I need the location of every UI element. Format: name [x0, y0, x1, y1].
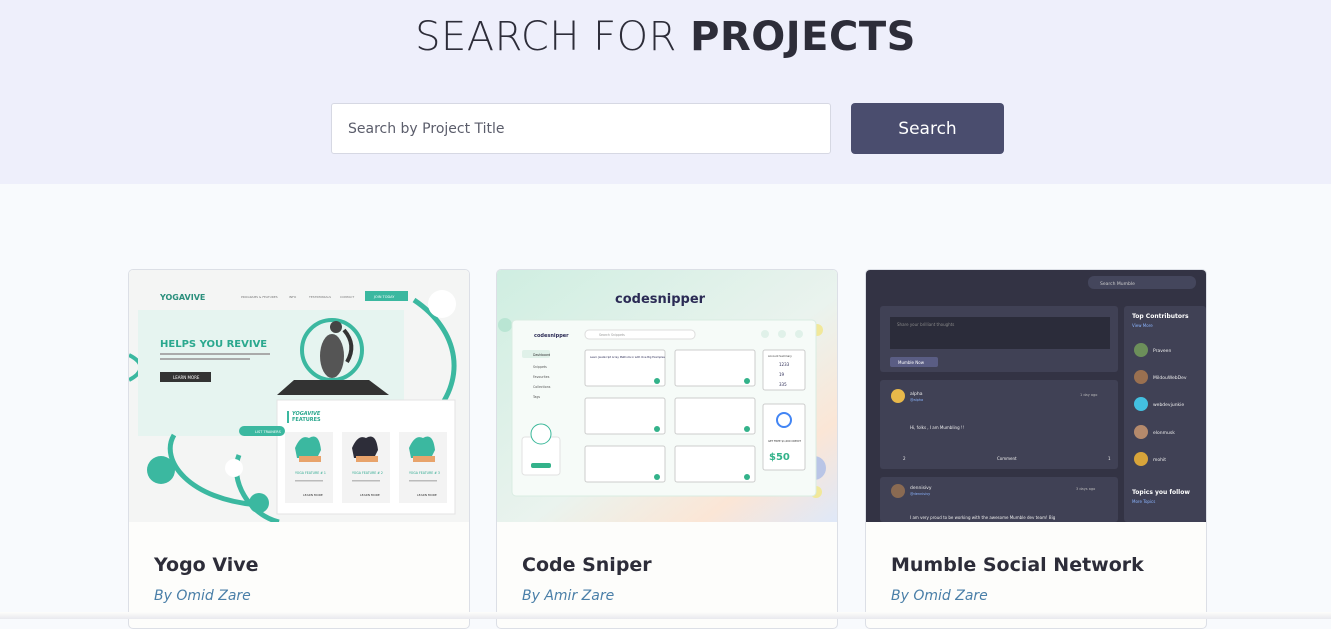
- thumb-more-topics: More Topics: [1132, 499, 1155, 504]
- page-title-bold: PROJECTS: [690, 14, 916, 60]
- thumb-post1-text: Hi, folks , I am Mumbling !!: [910, 425, 964, 430]
- thumb-snippet-title: Learn JavaScript Array Methods in with O…: [590, 355, 665, 359]
- thumb-feature-1: YOGA FEATURE # 1: [295, 471, 326, 475]
- thumb-app-brand: codesnipper: [534, 333, 569, 339]
- thumb-stats-label: Account Summary: [768, 354, 792, 358]
- thumb-sidebar-3: Favourites: [533, 375, 550, 379]
- thumb-contributor-1: Praveen: [1153, 348, 1171, 354]
- thumb-post-placeholder: Share your brilliant thoughts: [897, 322, 954, 327]
- thumb-feature-2: YOGA FEATURE # 2: [352, 471, 383, 475]
- project-card[interactable]: YOGAVIVE PROGRAMS & FEATURES INFO TESTIM…: [128, 269, 470, 629]
- thumb-post2-handle: @dennisivy: [910, 492, 930, 496]
- project-title[interactable]: Mumble Social Network: [891, 554, 1144, 576]
- thumb-cta: LEARN MORE: [173, 375, 200, 380]
- thumb-post-button: Mumble Now: [898, 360, 925, 365]
- thumb-nav-cta: JOIN TODAY: [373, 295, 395, 299]
- search-input[interactable]: [331, 103, 831, 154]
- project-thumbnail[interactable]: YOGAVIVE PROGRAMS & FEATURES INFO TESTIM…: [129, 270, 469, 522]
- thumb-promo-price: $50: [769, 452, 790, 463]
- page-title: SEARCH FOR PROJECTS: [0, 14, 1331, 60]
- hero-section: SEARCH FOR PROJECTS Search: [0, 0, 1331, 184]
- thumb-pill: LIST TRAINERS: [255, 430, 282, 434]
- project-author[interactable]: By Omid Zare: [891, 588, 988, 604]
- project-author[interactable]: By Amir Zare: [522, 588, 614, 604]
- project-card[interactable]: Search Mumble Share your brilliant thoug…: [865, 269, 1207, 629]
- thumb-nav-2: INFO: [289, 295, 297, 299]
- thumb-promo-cta: GET FREE $1,000 CREDIT: [768, 439, 801, 443]
- thumb-topics-title: Topics you follow: [1132, 489, 1190, 496]
- thumb-sidebar-2: Snippets: [533, 365, 547, 369]
- thumb-brand: codesnipper: [615, 292, 706, 307]
- thumb-contributor-4: elonmusk: [1153, 430, 1175, 436]
- thumb-feature-button-3: LEARN MORE: [417, 493, 437, 497]
- thumb-search: Search Mumble: [1100, 281, 1135, 287]
- thumb-post2-time: 3 days ago: [1076, 487, 1095, 491]
- thumb-sidebar-4: Collections: [533, 385, 551, 389]
- thumb-features-word: FEATURES: [292, 417, 321, 423]
- thumb-post2-text: I am very proud to be working with the a…: [910, 515, 1056, 520]
- thumb-sidebar-5: Tags: [532, 395, 540, 399]
- thumb-sidebar-1: Dashboard: [533, 353, 550, 357]
- thumb-post1-handle: @alpha: [910, 398, 923, 402]
- project-author[interactable]: By Omid Zare: [154, 588, 251, 604]
- thumb-search: Search Snippets: [599, 333, 625, 337]
- thumb-feature-button-1: LEARN MORE: [303, 493, 323, 497]
- thumb-headline: HELPS YOU REVIVE: [160, 339, 267, 350]
- thumb-nav-3: TESTIMONIALS: [308, 295, 331, 299]
- project-thumbnail[interactable]: Search Mumble Share your brilliant thoug…: [866, 270, 1206, 522]
- thumb-post1-user: alpha: [910, 391, 923, 397]
- thumb-contributors-title: Top Contributors: [1132, 313, 1189, 320]
- thumb-contributor-2: MildouWebDev: [1153, 375, 1187, 381]
- thumb-nav-4: CONTACT: [340, 295, 354, 299]
- project-thumbnail[interactable]: codesnipper codesnipper Search Snippets …: [497, 270, 837, 522]
- project-title[interactable]: Yogo Vive: [154, 554, 259, 576]
- project-title[interactable]: Code Sniper: [522, 554, 652, 576]
- thumb-view-more: View More: [1132, 323, 1153, 328]
- thumb-post1-comment-label: Comment: [997, 456, 1017, 461]
- bottom-fade: [0, 612, 1331, 619]
- thumb-feature-3: YOGA FEATURE # 3: [409, 471, 440, 475]
- search-button[interactable]: Search: [851, 103, 1004, 154]
- thumb-stat-1: 1233: [779, 362, 790, 367]
- thumb-stat-3: 335: [779, 382, 787, 387]
- thumb-contributor-3: webdevjunkie: [1153, 402, 1184, 408]
- thumb-feature-button-2: LEARN MORE: [360, 493, 380, 497]
- thumb-stat-2: 19: [779, 372, 785, 377]
- project-card[interactable]: codesnipper codesnipper Search Snippets …: [496, 269, 838, 629]
- thumb-nav-1: PROGRAMS & FEATURES: [241, 295, 278, 299]
- thumb-brand: YOGAVIVE: [159, 293, 205, 302]
- thumb-post2-user: dennisivy: [910, 485, 932, 491]
- thumb-post1-time: 1 day ago: [1080, 393, 1097, 397]
- page-title-light: SEARCH FOR: [415, 14, 691, 60]
- thumb-contributor-5: mohit: [1153, 457, 1166, 463]
